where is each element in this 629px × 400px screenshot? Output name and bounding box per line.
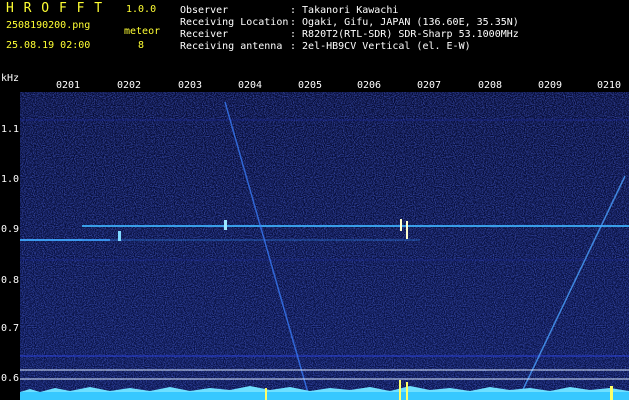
x-tick-label: 0209 (537, 80, 563, 91)
receiver-label: Receiver (180, 29, 229, 40)
x-tick-label: 0203 (177, 80, 203, 91)
spectrogram-plot (20, 92, 629, 400)
location-label: Receiving Location (180, 17, 289, 28)
x-tick-label: 0205 (297, 80, 323, 91)
app-title: H R O F F T (6, 1, 104, 16)
x-tick-label: 0207 (416, 80, 442, 91)
hrofft-window: H R O F F T 1.0.0 2508190200.png meteor … (0, 0, 629, 400)
meteor-marker (610, 386, 613, 400)
signal-strength-strip (20, 392, 629, 400)
location-value: : Ogaki, Gifu, JAPAN (136.60E, 35.35N) (290, 17, 519, 28)
x-tick-label: 0202 (116, 80, 142, 91)
y-tick-label: 0.9 (1, 224, 20, 235)
meteor-count: 8 (138, 40, 145, 51)
observer-label: Observer (180, 5, 229, 16)
meteor-label: meteor (124, 26, 161, 37)
noise-layer (20, 92, 629, 400)
meteor-ping (400, 219, 402, 231)
x-tick-label: 0210 (596, 80, 622, 91)
meteor-ping (224, 220, 227, 230)
antenna-value: : 2el-HB9CV Vertical (el. E-W) (290, 41, 471, 52)
meteor-marker (265, 388, 267, 400)
y-tick-label: 0.7 (1, 323, 20, 334)
x-tick-label: 0208 (477, 80, 503, 91)
x-tick-label: 0206 (356, 80, 382, 91)
file-name: 2508190200.png (6, 20, 91, 31)
receiver-value: : R820T2(RTL-SDR) SDR-Sharp 53.1000MHz (290, 29, 519, 40)
y-axis-unit-label: kHz (1, 73, 20, 84)
antenna-label: Receiving antenna (180, 41, 283, 52)
observer-value: : Takanori Kawachi (290, 5, 399, 16)
meteor-ping (118, 231, 121, 241)
x-tick-label: 0204 (237, 80, 263, 91)
meteor-marker (406, 382, 408, 400)
date-time: 25.08.19 02:00 (6, 40, 91, 51)
y-tick-label: 1.1 (1, 124, 20, 135)
y-tick-label: 0.8 (1, 275, 20, 286)
meteor-marker (399, 380, 401, 400)
y-tick-label: 0.6 (1, 373, 20, 384)
app-version: 1.0.0 (126, 4, 157, 15)
meteor-ping (406, 221, 408, 239)
y-tick-label: 1.0 (1, 174, 20, 185)
x-tick-label: 0201 (55, 80, 81, 91)
